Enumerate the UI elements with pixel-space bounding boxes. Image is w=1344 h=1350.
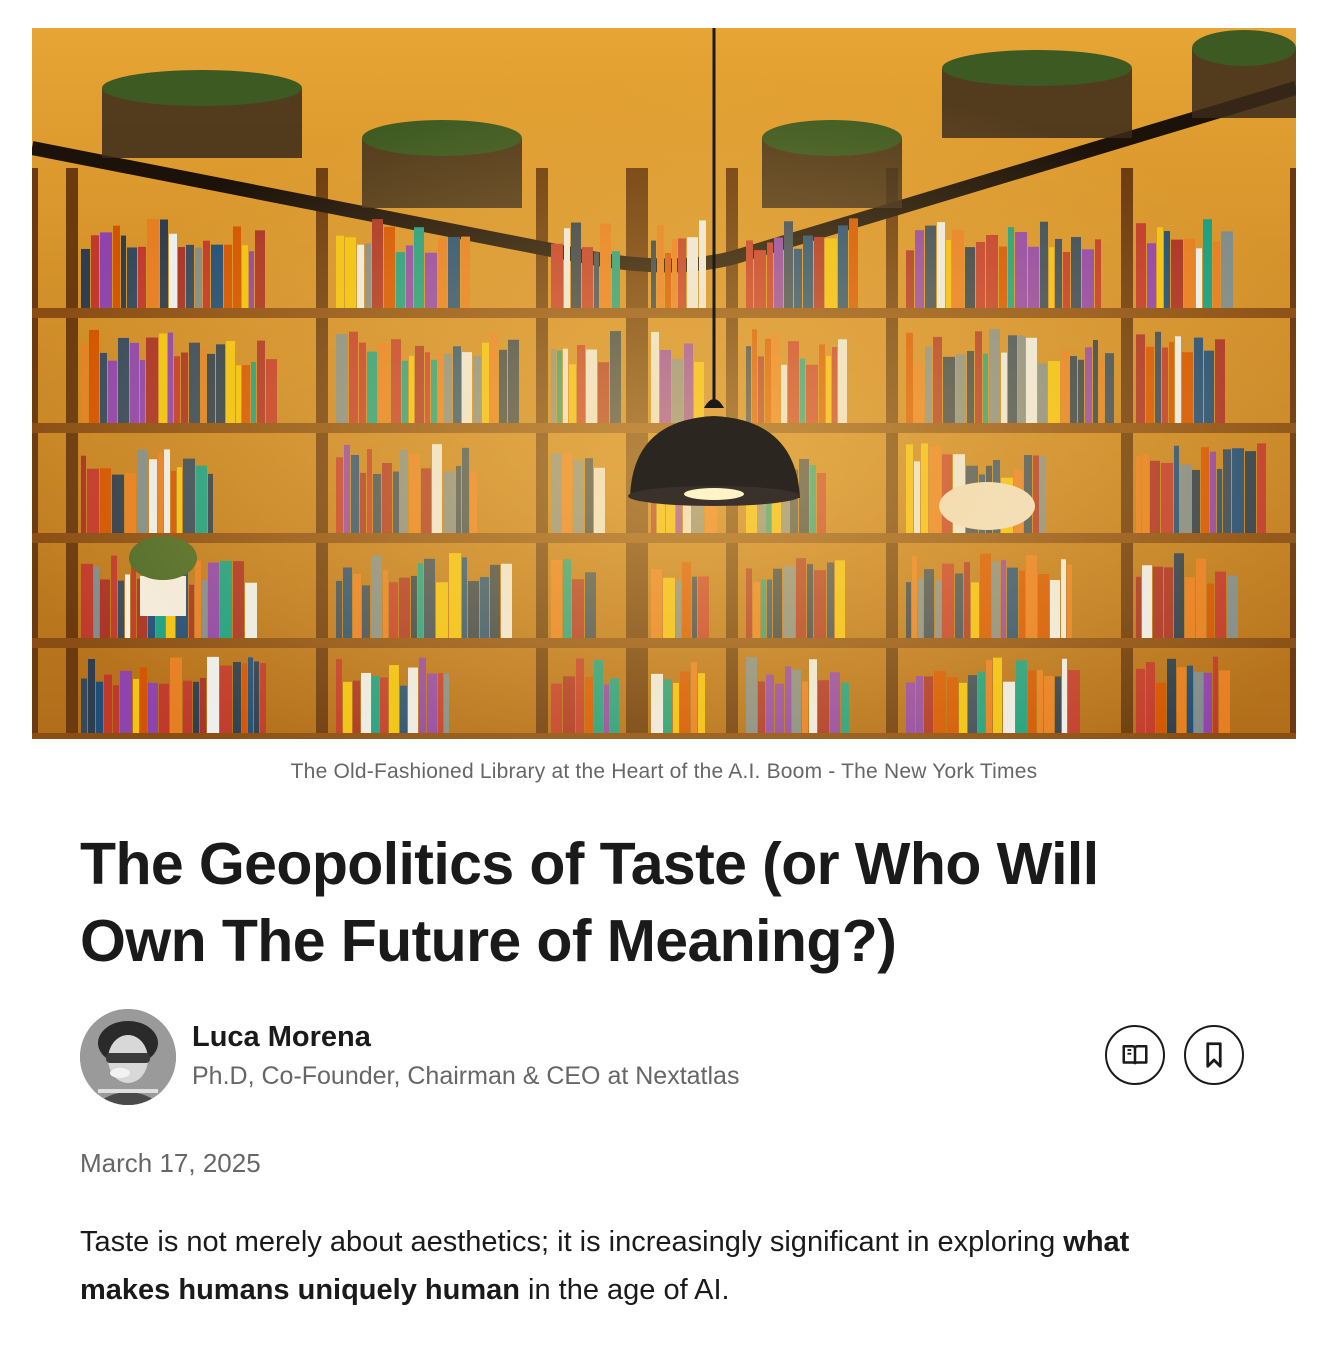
intro-text-2: in the age of AI. — [519, 1274, 730, 1306]
article-title: The Geopolitics of Taste (or Who Will Ow… — [80, 831, 1099, 974]
image-caption: The Old-Fashioned Library at the Heart o… — [290, 760, 1038, 783]
library-bookshelves-image — [32, 28, 1296, 739]
author-block: Luca Morena Ph.D, Co-Founder, Chairman &… — [80, 1009, 1268, 1105]
publish-date: March 17, 2025 — [80, 1148, 261, 1178]
read-button[interactable] — [1105, 1025, 1165, 1085]
hero-image — [32, 28, 1296, 739]
author-name[interactable]: Luca Morena — [192, 1021, 371, 1054]
intro-text-1: Taste is not merely about aesthetics; it… — [80, 1226, 1064, 1258]
bookmark-icon — [1206, 1042, 1222, 1068]
author-avatar[interactable] — [80, 1009, 176, 1105]
article-intro: Taste is not merely about aesthetics; it… — [80, 1218, 1160, 1314]
save-button[interactable] — [1184, 1025, 1244, 1085]
author-headline: Ph.D, Co-Founder, Chairman & CEO at Next… — [192, 1062, 740, 1090]
open-book-icon — [1122, 1045, 1148, 1065]
